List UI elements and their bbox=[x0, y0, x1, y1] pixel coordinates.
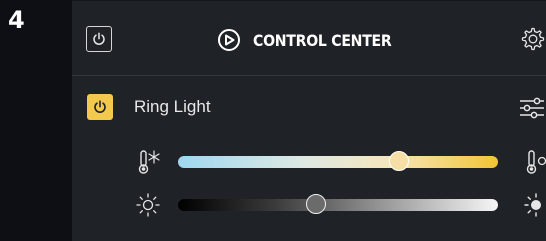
power-icon bbox=[93, 32, 105, 45]
page-title: CONTROL CENTER bbox=[253, 30, 392, 50]
light-settings-button[interactable] bbox=[518, 95, 546, 121]
step-number: 4 bbox=[8, 6, 25, 34]
settings-button[interactable] bbox=[518, 25, 546, 53]
temperature-slider[interactable] bbox=[178, 151, 498, 171]
brightness-low-icon bbox=[136, 193, 160, 217]
light-row: Ring Light bbox=[72, 75, 546, 137]
power-icon bbox=[94, 100, 106, 113]
brightness-high-icon bbox=[524, 193, 541, 217]
thermometer-cold-icon bbox=[138, 150, 160, 174]
brightness-row bbox=[72, 185, 546, 225]
master-power-button[interactable] bbox=[86, 26, 112, 52]
header-title-group: CONTROL CENTER bbox=[217, 27, 410, 53]
temperature-slider-thumb[interactable] bbox=[388, 151, 409, 171]
elgato-logo-icon bbox=[218, 29, 240, 51]
brightness-slider[interactable] bbox=[178, 194, 498, 214]
temperature-row bbox=[72, 142, 546, 182]
header: CONTROL CENTER bbox=[72, 1, 546, 76]
gear-icon bbox=[521, 27, 545, 51]
thermometer-warm-icon bbox=[526, 150, 546, 174]
adjust-icon bbox=[520, 97, 544, 119]
brightness-slider-thumb[interactable] bbox=[305, 194, 326, 214]
control-center-panel: CONTROL CENTER Ring Light bbox=[72, 0, 546, 241]
light-power-toggle[interactable] bbox=[87, 94, 113, 120]
light-name-label: Ring Light bbox=[134, 97, 211, 116]
